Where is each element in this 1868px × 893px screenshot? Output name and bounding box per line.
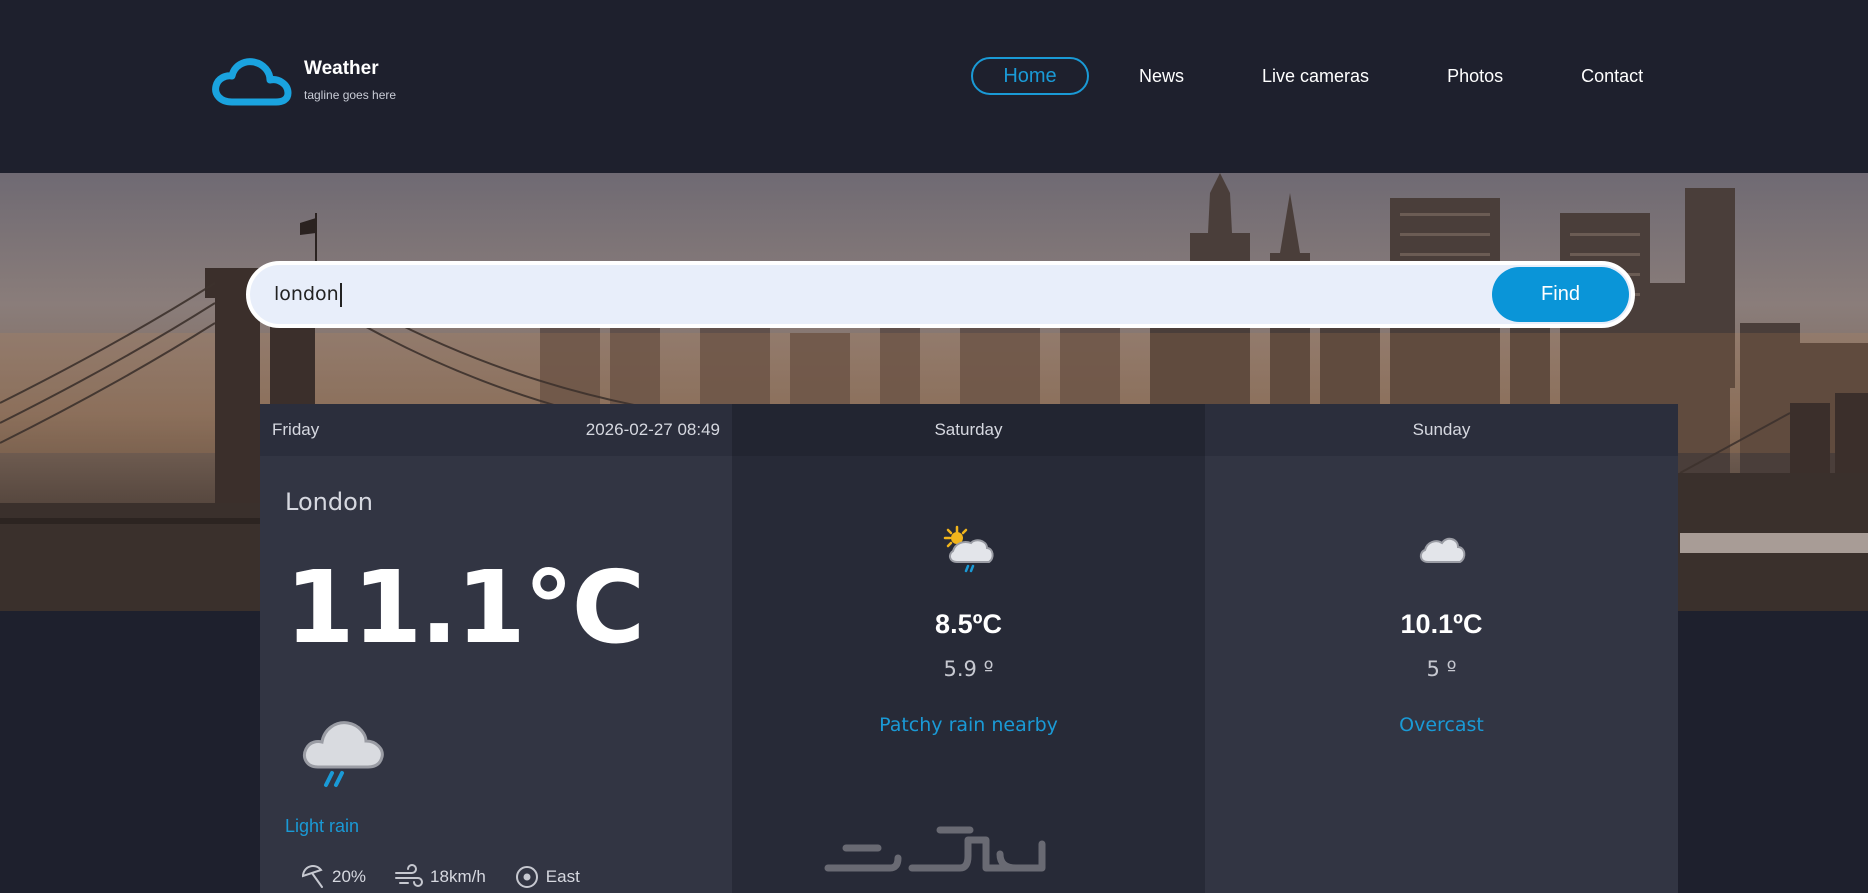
search-input[interactable] xyxy=(274,265,1474,324)
saturday-header: Saturday xyxy=(732,404,1205,456)
today-condition: Light rain xyxy=(285,816,360,836)
main-nav: Home News Live cameras Photos Contact xyxy=(971,57,1653,95)
today-datetime: 2026-02-27 08:49 xyxy=(585,420,720,439)
today-card: Friday 2026-02-27 08:49 London 11.1°C Li… xyxy=(260,404,732,893)
nav-live-cameras[interactable]: Live cameras xyxy=(1252,57,1379,95)
wind-metric: 18km/h xyxy=(394,864,486,890)
nav-contact[interactable]: Contact xyxy=(1571,57,1653,95)
saturday-min-temp: 5.9 º xyxy=(943,657,994,681)
saturday-max-temp: 8.5ºC xyxy=(935,609,1002,639)
sunday-min-temp: 5 º xyxy=(1426,657,1457,681)
sunday-max-temp: 10.1ºC xyxy=(1400,609,1483,639)
sunday-header: Sunday xyxy=(1205,404,1678,456)
site-header: Weather tagline goes here Home News Live… xyxy=(0,0,1868,173)
search-bar: Find xyxy=(246,261,1635,328)
nav-home[interactable]: Home xyxy=(971,57,1089,95)
saturday-condition: Patchy rain nearby xyxy=(879,714,1058,736)
sunday-card: Sunday 10.1ºC 5 º Overcast xyxy=(1205,404,1678,893)
cloud-icon xyxy=(1419,537,1465,563)
brand-tagline: tagline goes here xyxy=(304,88,397,102)
nav-news[interactable]: News xyxy=(1129,57,1194,95)
nav-photos[interactable]: Photos xyxy=(1437,57,1513,95)
location-name: London xyxy=(285,488,373,516)
wind-icon xyxy=(395,864,424,887)
cloud-logo-icon xyxy=(212,58,292,106)
wind-value: 18km/h xyxy=(430,867,486,886)
rain-cloud-icon xyxy=(303,721,384,787)
rain-metric: 20% xyxy=(300,864,366,890)
sun-cloud-rain-icon xyxy=(943,525,994,573)
umbrella-icon xyxy=(301,865,323,888)
compass-icon xyxy=(515,866,538,888)
watermark-logo xyxy=(824,826,1046,872)
today-day: Friday xyxy=(272,420,320,439)
brand-title: Weather xyxy=(304,58,379,79)
today-metrics: 20% 18km/h East xyxy=(300,864,608,890)
sunday-condition: Overcast xyxy=(1399,714,1484,736)
current-temperature: 11.1°C xyxy=(285,549,645,666)
direction-value: East xyxy=(545,867,580,886)
today-header: Friday 2026-02-27 08:49 xyxy=(260,404,732,456)
direction-metric: East xyxy=(514,864,580,890)
text-caret xyxy=(340,283,342,307)
rain-value: 20% xyxy=(332,867,367,886)
find-button[interactable]: Find xyxy=(1492,267,1629,322)
brand-logo[interactable]: Weather tagline goes here xyxy=(212,56,396,106)
